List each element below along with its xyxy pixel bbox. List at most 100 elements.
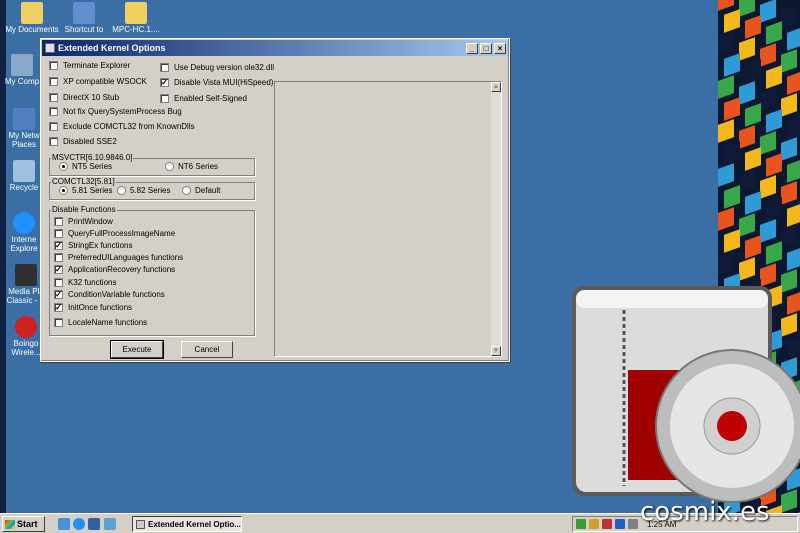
- radio-582-series[interactable]: 5.82 Series: [117, 186, 170, 195]
- folder-icon: [21, 2, 43, 24]
- function-applicationrecovery[interactable]: ✓ ApplicationRecovery functions: [54, 265, 175, 274]
- wallpaper-tile: [724, 229, 740, 253]
- show-desktop-icon[interactable]: [58, 518, 70, 530]
- minimize-button[interactable]: _: [466, 42, 478, 54]
- wallpaper-tile: [745, 235, 761, 259]
- checkbox-checked[interactable]: ✓: [54, 303, 63, 312]
- antivirus-tray-icon[interactable]: [602, 519, 612, 529]
- option-label: XP compatible WSOCK: [63, 77, 147, 86]
- function-queryfullprocessimagename[interactable]: QueryFullProcessImageName: [54, 229, 175, 238]
- function-label: PreferredUILanguages functions: [68, 253, 184, 262]
- internet-explorer-icon[interactable]: [73, 518, 85, 530]
- radio-label: Default: [195, 186, 221, 195]
- option-disabled-sse2[interactable]: Disabled SSE2: [49, 137, 117, 146]
- function-preferreduilanguages[interactable]: PreferredUILanguages functions: [54, 253, 183, 262]
- function-initonce[interactable]: ✓ InitOnce functions: [54, 303, 132, 312]
- wallpaper-tile: [745, 191, 761, 215]
- function-printwindow[interactable]: PrintWindow: [54, 217, 113, 226]
- wallpaper-tile: [787, 27, 800, 51]
- checkbox[interactable]: [49, 122, 58, 131]
- option-xp-compatible-wsock[interactable]: XP compatible WSOCK: [49, 77, 147, 86]
- checkbox[interactable]: [49, 93, 58, 102]
- taskbar-button-label: Extended Kernel Optio...: [148, 519, 241, 529]
- radio-nt6-series[interactable]: NT6 Series: [165, 162, 218, 171]
- tray-icon[interactable]: [628, 519, 638, 529]
- wallpaper-tile: [760, 175, 776, 199]
- vertical-scrollbar[interactable]: ▲ ▼: [491, 82, 501, 356]
- checkbox[interactable]: [54, 253, 63, 262]
- checkbox[interactable]: [54, 229, 63, 238]
- checkbox-checked[interactable]: ✓: [54, 265, 63, 274]
- comctl32-legend: COMCTL32[5.81]: [51, 177, 116, 186]
- maximize-button[interactable]: □: [480, 42, 492, 54]
- checkbox[interactable]: [49, 107, 58, 116]
- cancel-button[interactable]: Cancel: [181, 341, 233, 358]
- software-box-icon: [572, 286, 800, 503]
- wallpaper-tile: [760, 43, 776, 67]
- option-label: Use Debug version ole32.dll: [174, 63, 275, 72]
- window-titlebar[interactable]: Extended Kernel Options _ □ ×: [42, 40, 508, 56]
- radio-button[interactable]: [182, 186, 191, 195]
- taskbar-button-extended-kernel-options[interactable]: Extended Kernel Optio...: [132, 516, 242, 532]
- window-app-icon: [45, 43, 55, 53]
- checkbox-checked[interactable]: ✓: [54, 241, 63, 250]
- windows-logo-icon: [5, 519, 15, 529]
- start-button[interactable]: Start: [2, 516, 45, 532]
- radio-button[interactable]: [117, 186, 126, 195]
- desktop-icon-label: MPC-HC.1....: [112, 25, 160, 34]
- checkbox[interactable]: [54, 318, 63, 327]
- close-button[interactable]: ×: [494, 42, 506, 54]
- radio-default[interactable]: Default: [182, 186, 220, 195]
- function-label: ApplicationRecovery functions: [68, 265, 176, 274]
- wallpaper-tile: [787, 115, 800, 139]
- option-exclude-comctl32[interactable]: Exclude COMCTL32 from KnownDlls: [49, 122, 195, 131]
- wallpaper-tile: [739, 81, 755, 105]
- checkbox-checked[interactable]: ✓: [160, 78, 169, 87]
- radio-button-selected[interactable]: [59, 186, 68, 195]
- function-localename[interactable]: LocaleName functions: [54, 318, 147, 327]
- wallpaper-tile: [724, 185, 740, 209]
- volume-tray-icon[interactable]: [589, 519, 599, 529]
- checkbox[interactable]: [49, 77, 58, 86]
- wallpaper-tile: [766, 241, 782, 265]
- checkbox[interactable]: [49, 61, 58, 70]
- wallpaper-tile: [760, 131, 776, 155]
- radio-button[interactable]: [165, 162, 174, 171]
- quick-launch-icon[interactable]: [104, 518, 116, 530]
- radio-button-selected[interactable]: [59, 162, 68, 171]
- execute-button[interactable]: Execute: [110, 340, 164, 359]
- option-use-debug-ole32[interactable]: Use Debug version ole32.dll: [160, 63, 274, 72]
- checkbox[interactable]: [160, 63, 169, 72]
- desktop-icon-mpc-hc[interactable]: MPC-HC.1....: [104, 2, 168, 34]
- option-enabled-self-signed[interactable]: Enabled Self-Signed: [160, 94, 247, 103]
- scroll-down-arrow-icon[interactable]: ▼: [491, 346, 501, 356]
- wallpaper-tile: [766, 197, 782, 221]
- wallpaper-tile: [787, 203, 800, 227]
- option-not-fix-querysystemprocess[interactable]: Not fix QuerySystemProcess Bug: [49, 107, 182, 116]
- network-icon: [13, 108, 35, 130]
- option-directx-10-stub[interactable]: DirectX 10 Stub: [49, 93, 119, 102]
- bluetooth-tray-icon[interactable]: [615, 519, 625, 529]
- wallpaper-tile: [766, 21, 782, 45]
- function-stringex[interactable]: ✓ StringEx functions: [54, 241, 132, 250]
- radio-nt5-series[interactable]: NT5 Series: [59, 162, 112, 171]
- folder-icon: [125, 2, 147, 24]
- checkbox[interactable]: [54, 217, 63, 226]
- function-k32[interactable]: K32 functions: [54, 278, 116, 287]
- outlook-express-icon[interactable]: [88, 518, 100, 530]
- computer-icon: [73, 2, 95, 24]
- network-tray-icon[interactable]: [576, 519, 586, 529]
- option-disable-vista-mui[interactable]: ✓ Disable Vista MUI(HiSpeed): [160, 78, 273, 87]
- checkbox[interactable]: [160, 94, 169, 103]
- watermark-text: cosmix.es: [640, 497, 770, 527]
- option-terminate-explorer[interactable]: Terminate Explorer: [49, 61, 130, 70]
- wallpaper-tile: [718, 31, 734, 55]
- function-conditionvariable[interactable]: ✓ ConditionVariable functions: [54, 290, 165, 299]
- radio-581-series[interactable]: 5.81 Series: [59, 186, 112, 195]
- checkbox[interactable]: [54, 278, 63, 287]
- scroll-up-arrow-icon[interactable]: ▲: [491, 82, 501, 92]
- radio-label: 5.81 Series: [72, 186, 113, 195]
- checkbox-checked[interactable]: ✓: [54, 290, 63, 299]
- checkbox[interactable]: [49, 137, 58, 146]
- output-textarea[interactable]: ▲ ▼: [274, 81, 502, 357]
